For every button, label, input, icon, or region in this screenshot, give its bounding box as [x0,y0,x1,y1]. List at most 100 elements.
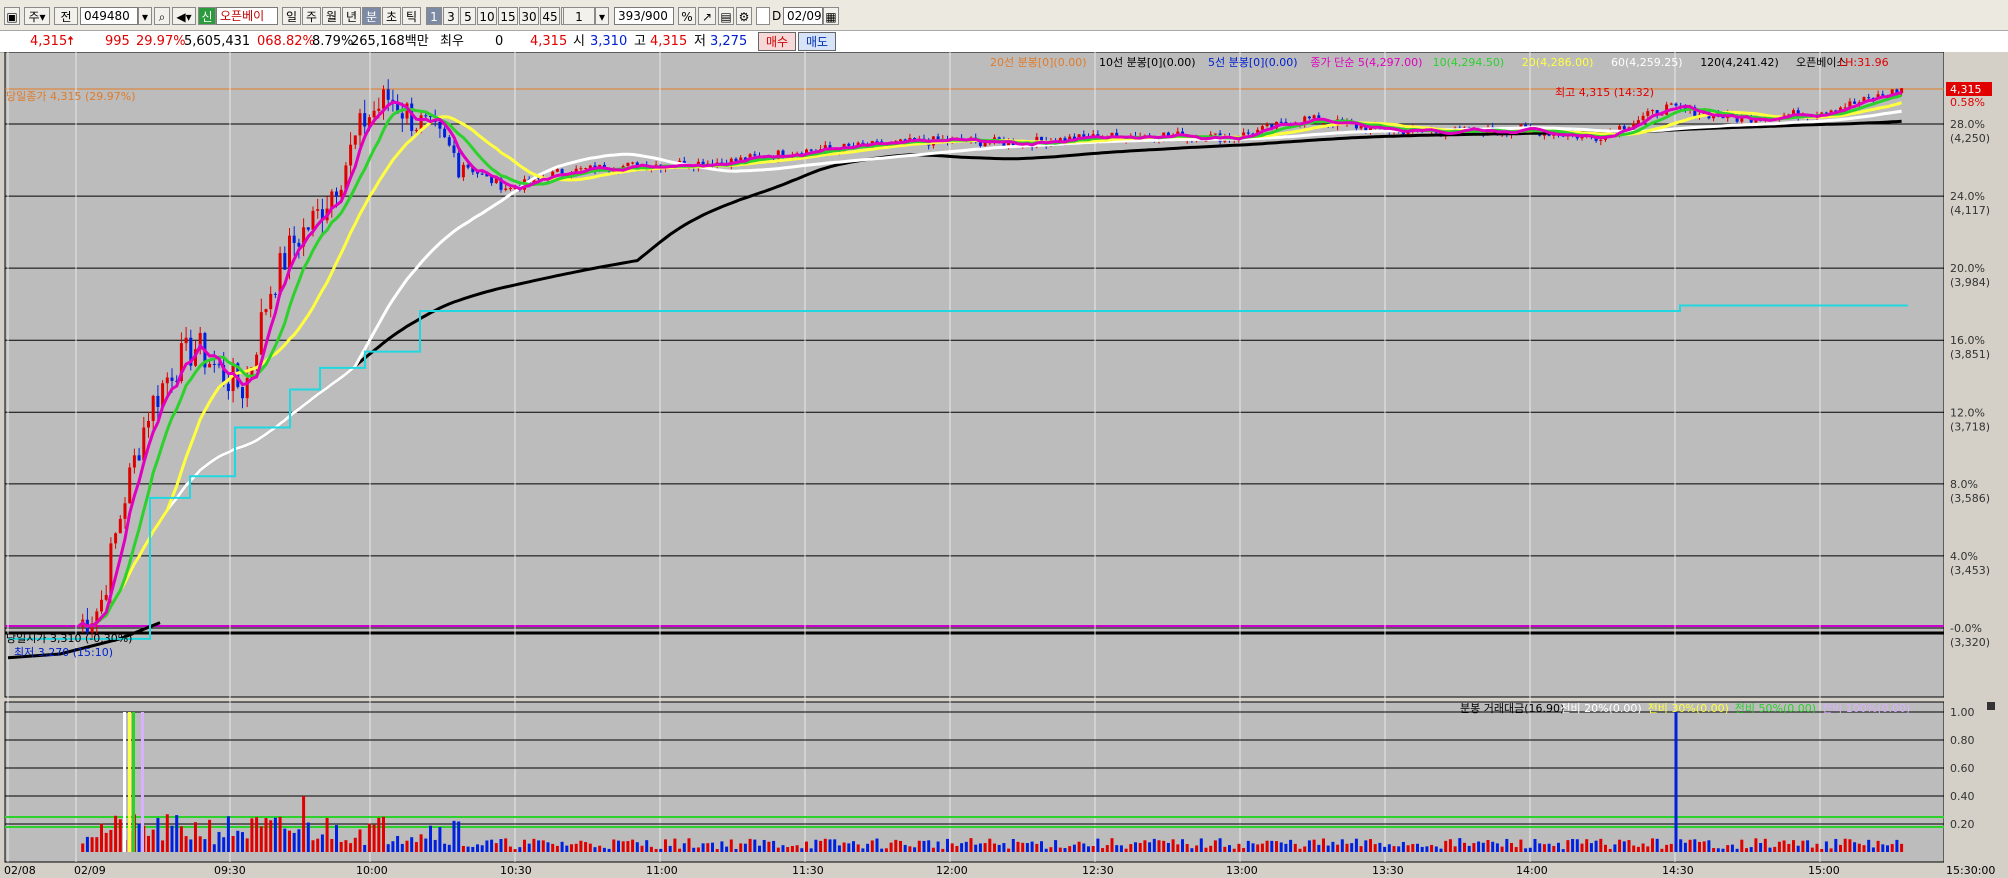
volume-bar [1632,845,1636,852]
volume-bar [429,825,432,852]
interval-button-10[interactable]: 10 [477,7,497,25]
interval-button-3[interactable]: 3 [443,7,459,25]
volume-bar [602,847,606,852]
candle-body [208,363,212,368]
volume-bar [1293,843,1297,852]
time-axis-label: 10:00 [356,864,388,877]
volume-axis-label: 1.00 [1950,706,1975,719]
date-checkbox[interactable] [756,7,770,25]
volume-bar [1636,846,1640,852]
volume-bar [1040,841,1043,852]
volume-bar [452,820,456,852]
volume-bar [1585,839,1589,852]
volume-bar [194,822,197,852]
volume-bar [1265,840,1269,852]
volume-bar [1256,844,1260,852]
interval-button-30[interactable]: 30 [519,7,539,25]
stock-code-input[interactable]: 049480 [80,7,138,25]
window-menu-icon[interactable]: ▣ [4,7,20,25]
interval-button-15[interactable]: 15 [498,7,518,25]
volume-bar [1646,846,1650,852]
volume-bar [1298,848,1302,852]
volume-bar [1021,842,1025,852]
mode-select[interactable]: 전 [54,7,78,25]
volume-bar [1514,847,1518,852]
volume-bar [100,823,103,852]
volume-bar [1679,839,1683,852]
volume-bar [1232,848,1236,852]
volume-bar [612,839,616,852]
period-tab-5[interactable]: 초 [382,7,401,25]
volume-bar [367,823,371,852]
period-tab-2[interactable]: 월 [322,7,341,25]
volume-bar [1373,844,1377,852]
volume-bar [1307,840,1311,852]
candle-body [579,168,583,170]
code-dropdown-icon[interactable]: ▾ [138,7,152,25]
volume-bar [1096,838,1100,852]
volume-bar [1176,844,1180,852]
volume-bar [1848,839,1852,852]
candle-body [259,312,263,355]
interval-button-1[interactable]: 1 [426,7,442,25]
gear-icon[interactable]: ⚙ [736,7,752,25]
volume-bar [1824,841,1828,852]
period-tab-6[interactable]: 틱 [402,7,421,25]
low-label: 저 [694,34,706,49]
search-icon[interactable]: ⌕ [154,7,170,25]
sell-button[interactable]: 매도 [798,32,836,51]
buy-button[interactable]: 매수 [758,32,796,51]
candle-body [335,191,338,197]
volume-bar [288,830,291,852]
volume-bar [993,843,996,852]
volume-bar [1867,839,1871,852]
volume-bar [1768,847,1772,852]
volume-bar [1754,838,1758,852]
legend-item: 5선 분봉[0](0.00) [1208,56,1298,69]
volume-bar [1317,844,1321,852]
volume-open-bar-yellow [128,712,131,852]
period-tab-0[interactable]: 일 [282,7,301,25]
volume-bar [1472,843,1476,852]
sound-icon[interactable]: ◀▾ [172,7,196,25]
volume-bar [1312,839,1316,852]
indicator-icon[interactable]: % [678,7,696,25]
volume-bar [165,814,169,852]
market-select[interactable]: 주▾ [24,7,50,25]
price-axis-value: (4,250) [1950,132,1990,145]
interval-button-45[interactable]: 45 [540,7,560,25]
date-input[interactable]: 02/09 [783,7,823,25]
volume-bar [687,838,691,852]
candle-body [104,594,108,600]
interval-input[interactable]: 1 [563,7,595,25]
candle-body [584,168,588,170]
interval-dropdown-icon[interactable]: ▾ [595,7,609,25]
bar-count-field[interactable]: 393/900 [614,7,674,25]
volume-bar [950,843,954,852]
interval-button-5[interactable]: 5 [460,7,476,25]
volume-bar [1547,843,1551,852]
save-icon[interactable]: ▤ [718,7,734,25]
period-tab-1[interactable]: 주 [302,7,321,25]
volume-bar [189,839,193,852]
volume-bar [203,839,207,852]
period-tab-4[interactable]: 분 [362,7,381,25]
volume-bar [781,845,785,852]
period-tab-3[interactable]: 년 [342,7,361,25]
trend-icon[interactable]: ↗ [698,7,716,25]
volume-bar [823,838,827,852]
candle-body [1881,94,1885,96]
volume-bar [316,838,320,852]
volume-bar [1463,842,1466,852]
candle-body [1115,132,1119,136]
volume-bar [941,848,945,852]
volume-bar [922,840,926,852]
volume-bar [518,847,522,852]
volume-bar [1181,839,1184,852]
volume-bar [1143,840,1147,852]
chart-area[interactable]: 28.0%(4,250) 24.0%(4,117) 20.0%(3,984) 16.0… [0,52,2008,878]
calendar-icon[interactable]: ▦ [823,7,839,25]
volume-bar [729,839,733,852]
volume-bar [1002,843,1006,852]
price-axis-value: (3,851) [1950,348,1990,361]
